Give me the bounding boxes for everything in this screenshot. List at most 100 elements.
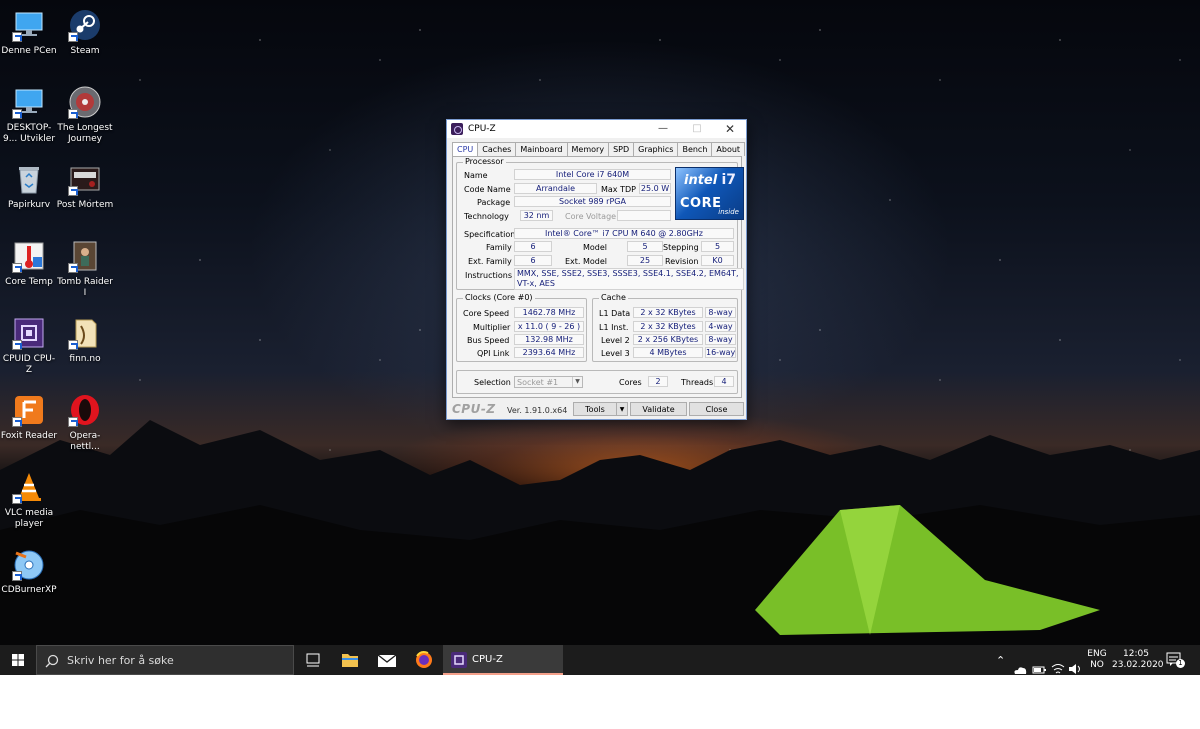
cache-row-size: 2 x 32 KBytes (633, 321, 703, 332)
battery-icon[interactable] (1032, 655, 1046, 675)
input-language-indicator[interactable]: ENG NO (1087, 649, 1107, 675)
cpuz-icon (451, 652, 467, 668)
cache-row-label: L1 Data (599, 309, 631, 318)
desktop-icon-label: Post Mortem (56, 200, 114, 210)
notification-count-badge: 1 (1176, 659, 1185, 668)
notification-center-button[interactable]: 1 (1166, 651, 1186, 669)
volume-icon[interactable] (1068, 654, 1082, 675)
multiplier-label: Multiplier (473, 323, 511, 332)
model-value: 5 (627, 241, 663, 252)
desktop-icon-finn-no[interactable]: finn.no (56, 316, 114, 365)
chevron-down-icon: ▼ (572, 377, 582, 387)
revision-value: K0 (701, 255, 734, 266)
game-icon (68, 239, 102, 273)
tab-caches[interactable]: Caches (477, 142, 517, 156)
desktop-icon-foxit-reader[interactable]: Foxit Reader (0, 393, 58, 442)
maximize-button[interactable]: □ (680, 120, 714, 138)
minimize-button[interactable]: — (646, 120, 680, 138)
desktop-icon-opera[interactable]: Opera-nettl... (56, 393, 114, 453)
wifi-icon[interactable] (1051, 654, 1065, 675)
desktop-icon-vlc[interactable]: VLC media player (0, 470, 58, 530)
intel-brand-text: intel (684, 173, 718, 188)
extfamily-label: Ext. Family (468, 257, 512, 266)
cache-row-size: 2 x 32 KBytes (633, 307, 703, 318)
tab-graphics[interactable]: Graphics (633, 142, 679, 156)
onedrive-cloud-icon[interactable] (1013, 655, 1027, 675)
cpuz-icon (12, 316, 46, 350)
tab-spd[interactable]: SPD (608, 142, 635, 156)
tab-about[interactable]: About (711, 142, 746, 156)
opera-icon (68, 393, 102, 427)
tab-cpu[interactable]: CPU (452, 142, 479, 157)
cpuz-window[interactable]: CPU-Z — □ ✕ CPU Caches Mainboard Memory … (446, 119, 747, 420)
cache-row-way: 4-way (705, 321, 736, 332)
tab-memory[interactable]: Memory (566, 142, 610, 156)
corevoltage-value (617, 210, 671, 221)
steam-icon (68, 8, 102, 42)
desktop-icon-cpuid-cpu-z[interactable]: CPUID CPU-Z (0, 316, 58, 376)
corevoltage-label: Core Voltage (565, 212, 617, 221)
mountain-landscape (0, 420, 1200, 675)
tab-bench[interactable]: Bench (677, 142, 713, 156)
clock[interactable]: 12:05 23.02.2020 (1112, 649, 1164, 675)
taskbar-search-box[interactable]: Skriv her for å søke (36, 645, 294, 675)
close-window-button[interactable]: ✕ (713, 120, 747, 138)
busspeed-label: Bus Speed (467, 336, 510, 345)
cpu-tab-panel: Processor Name Intel Core i7 640M Code N… (452, 156, 744, 398)
desktop-icon-post-mortem[interactable]: Post Mortem (56, 162, 114, 211)
package-label: Package (477, 198, 511, 207)
desktop-icon-desktop-utvikler[interactable]: DESKTOP-9... Utvikler (0, 85, 58, 145)
socket-select[interactable]: Socket #1 ▼ (514, 376, 583, 388)
corespeed-label: Core Speed (463, 309, 510, 318)
taskbar-cpuz[interactable]: CPU-Z (443, 645, 563, 675)
tools-button[interactable]: Tools (573, 402, 617, 416)
tools-dropdown-arrow-icon[interactable]: ▼ (616, 402, 628, 416)
folder-icon (68, 316, 102, 350)
desktop-icon-label: Denne PCen (1, 46, 57, 56)
taskbar-firefox[interactable] (404, 645, 444, 675)
desktop-icon-steam[interactable]: Steam (56, 8, 114, 57)
intel-core-i7-logo: intel i7 CORE inside (675, 167, 744, 220)
cache-row-label: L1 Inst. (599, 323, 629, 332)
cpuz-footer: CPU-Z Ver. 1.91.0.x64 Tools ▼ Validate C… (447, 400, 746, 419)
selection-label: Selection (474, 378, 511, 387)
keyboard-layout-text: NO (1090, 660, 1104, 670)
taskbar-cpuz-label: CPU-Z (472, 654, 503, 665)
cpuz-app-icon (451, 123, 463, 135)
taskbar-mail[interactable] (367, 645, 407, 675)
desktop-icon-label: Core Temp (5, 277, 53, 287)
desktop-icon-cdburnerxp[interactable]: CDBurnerXP (0, 547, 58, 596)
desktop-icon-denne-pcen[interactable]: Denne PCen (0, 8, 58, 57)
extfamily-value: 6 (514, 255, 552, 266)
validate-button[interactable]: Validate (630, 402, 687, 416)
show-hidden-icons-chevron-icon[interactable]: ⌃ (996, 654, 1005, 675)
desktop-icon-core-temp[interactable]: Core Temp (0, 239, 58, 288)
recycle-bin-icon (12, 162, 46, 196)
desktop-icon-tomb-raider[interactable]: Tomb Raider I (56, 239, 114, 299)
tab-mainboard[interactable]: Mainboard (515, 142, 568, 156)
start-button[interactable] (0, 645, 36, 675)
stepping-label: Stepping (663, 243, 699, 252)
cache-group: Cache L1 Data 2 x 32 KBytes 8-way L1 Ins… (592, 293, 738, 362)
task-view-button[interactable] (293, 645, 333, 675)
cache-row-way: 16-way (705, 347, 736, 358)
desktop-icon-the-longest-journey[interactable]: The Longest Journey (56, 85, 114, 145)
technology-label: Technology (464, 212, 509, 221)
cache-row-way: 8-way (705, 334, 736, 345)
processor-group-label: Processor (463, 157, 506, 166)
desktop-icon-label: The Longest Journey (57, 123, 113, 144)
clock-time: 12:05 (1123, 649, 1149, 659)
search-icon (45, 654, 59, 668)
family-value: 6 (514, 241, 552, 252)
threads-label: Threads (681, 378, 714, 387)
close-button[interactable]: Close (689, 402, 744, 416)
game-disc-icon (68, 85, 102, 119)
desktop-icon-label: VLC media player (4, 508, 54, 529)
model-label: Model (583, 243, 608, 252)
taskbar-file-explorer[interactable] (330, 645, 370, 675)
clocks-group: Clocks (Core #0) Core Speed 1462.78 MHz … (456, 293, 587, 362)
intel-tier-text: i7 (721, 172, 736, 188)
desktop-icon-papirkurv[interactable]: Papirkurv (0, 162, 58, 211)
title-bar[interactable]: CPU-Z — □ ✕ (447, 120, 746, 138)
pdf-icon (12, 393, 46, 427)
